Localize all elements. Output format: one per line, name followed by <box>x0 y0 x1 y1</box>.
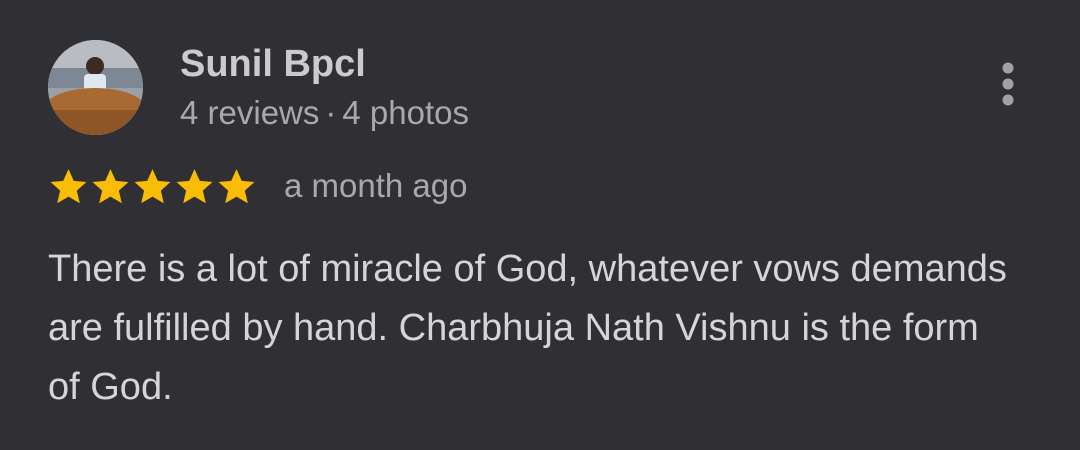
photo-count: 4 photos <box>342 94 469 131</box>
star-icon <box>134 168 171 203</box>
star-icon <box>218 168 255 203</box>
author-name[interactable]: Sunil Bpcl <box>180 42 366 86</box>
rating-row: a month ago <box>48 164 467 208</box>
author-stats[interactable]: 4 reviews · 4 photos <box>180 93 469 133</box>
review-date: a month ago <box>284 167 468 204</box>
review-card: Sunil Bpcl 4 reviews · 4 photos a month ag… <box>0 0 1080 450</box>
star-icon <box>50 168 87 203</box>
review-count: 4 reviews <box>180 94 320 131</box>
star-icon <box>176 168 213 203</box>
more-options-button[interactable] <box>988 58 1028 110</box>
more-vert-icon <box>1002 62 1014 106</box>
review-text: There is a lot of miracle of God, whatev… <box>48 248 1007 408</box>
avatar[interactable] <box>48 40 143 135</box>
avatar-photo <box>48 40 143 135</box>
star-rating <box>48 166 258 207</box>
star-icon <box>92 168 129 203</box>
meta-separator: · <box>325 94 337 131</box>
